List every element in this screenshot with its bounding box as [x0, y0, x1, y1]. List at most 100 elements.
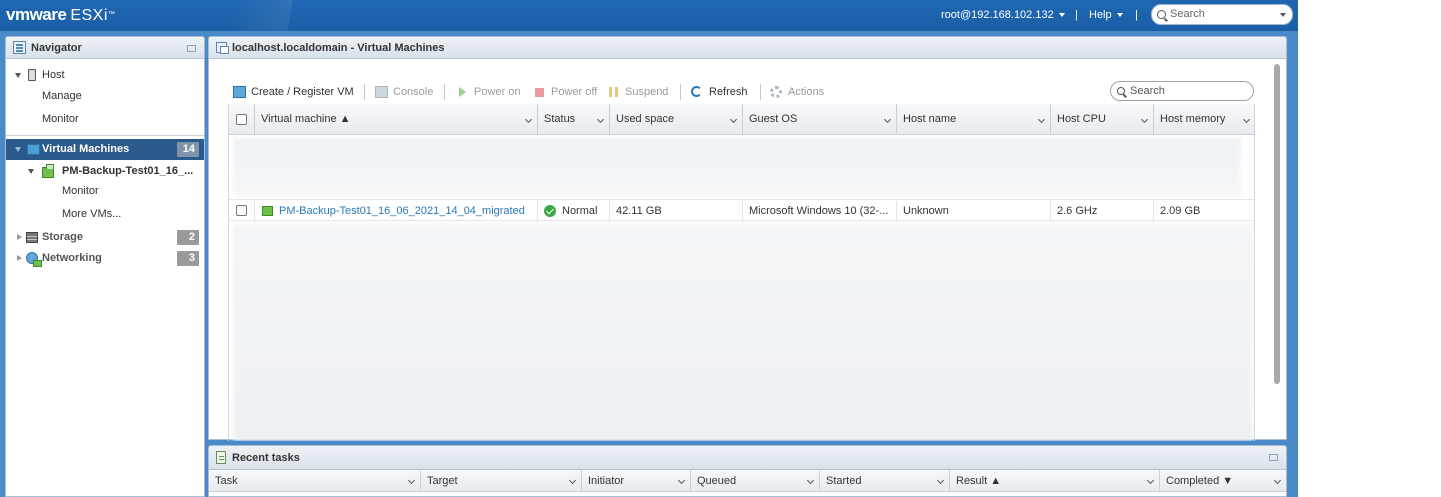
- nav-item-networking[interactable]: Networking 3: [6, 248, 204, 269]
- button-label: Console: [393, 86, 434, 98]
- chevron-down-icon[interactable]: [729, 115, 738, 124]
- collapse-arrow-icon[interactable]: [17, 234, 22, 240]
- nav-item-label: Monitor: [42, 113, 79, 125]
- actions-button[interactable]: Actions: [770, 83, 824, 101]
- vm-grid: Virtual machine ▲ Status Used space Gues…: [228, 104, 1255, 441]
- column-label: Result ▲: [956, 475, 1002, 487]
- chevron-down-icon[interactable]: [596, 115, 605, 124]
- button-label: Actions: [788, 86, 825, 98]
- chevron-down-icon[interactable]: [806, 476, 815, 485]
- nav-item-label: Host: [42, 69, 65, 81]
- col-host-cpu[interactable]: Host CPU: [1051, 104, 1154, 135]
- column-label: Target: [427, 475, 458, 487]
- chevron-down-icon[interactable]: [524, 115, 533, 124]
- power-on-button[interactable]: Power on: [456, 83, 520, 101]
- minimize-panel-icon[interactable]: [187, 45, 196, 52]
- chevron-down-icon[interactable]: [1146, 476, 1155, 485]
- table-row[interactable]: PM-Backup-Test01_16_06_2021_14_04_migrat…: [229, 199, 1254, 222]
- global-search-box[interactable]: [1151, 4, 1293, 25]
- vm-search-box[interactable]: [1110, 81, 1254, 101]
- col-initiator[interactable]: Initiator: [582, 470, 691, 492]
- nav-item-virtual-machines[interactable]: Virtual Machines 14: [6, 139, 204, 160]
- col-result[interactable]: Result ▲: [950, 470, 1160, 492]
- storage-count-badge: 2: [177, 230, 199, 245]
- chevron-down-icon: [1058, 13, 1065, 18]
- vertical-scrollbar[interactable]: [1274, 64, 1280, 384]
- nav-item-host-monitor[interactable]: Monitor: [6, 109, 204, 130]
- nav-item-host[interactable]: Host: [6, 65, 204, 86]
- nav-item-host-manage[interactable]: Manage: [6, 86, 204, 107]
- help-menu[interactable]: Help: [1089, 9, 1123, 21]
- col-completed[interactable]: Completed ▼: [1160, 470, 1286, 492]
- col-queued[interactable]: Queued: [691, 470, 820, 492]
- refresh-button[interactable]: Refresh: [691, 83, 748, 101]
- host-name-text: Unknown: [903, 205, 949, 217]
- chevron-down-icon[interactable]: [407, 476, 416, 485]
- user-menu-label: root@192.168.102.132: [941, 9, 1054, 21]
- button-label: Refresh: [709, 86, 748, 98]
- button-label: Create / Register VM: [251, 86, 354, 98]
- col-status[interactable]: Status: [538, 104, 610, 135]
- col-started[interactable]: Started: [820, 470, 950, 492]
- expand-arrow-icon[interactable]: [15, 147, 21, 152]
- chevron-down-icon[interactable]: [1037, 115, 1046, 124]
- col-host-name[interactable]: Host name: [897, 104, 1051, 135]
- power-off-button[interactable]: Power off: [533, 83, 597, 101]
- network-count-badge: 3: [177, 251, 199, 266]
- storage-icon: [26, 232, 38, 243]
- collapse-arrow-icon[interactable]: [17, 255, 22, 261]
- chevron-down-icon[interactable]: [1140, 115, 1149, 124]
- nav-item-storage[interactable]: Storage 2: [6, 227, 204, 248]
- networking-icon: [26, 252, 42, 267]
- header-separator: |: [1075, 9, 1078, 21]
- vm-guest-os-cell: Microsoft Windows 10 (32-...: [743, 200, 897, 222]
- column-label: Task: [215, 475, 238, 487]
- chevron-down-icon[interactable]: [677, 476, 686, 485]
- select-all-checkbox[interactable]: [236, 114, 247, 125]
- logo-product-text: ESXi: [70, 7, 108, 24]
- col-used-space[interactable]: Used space: [610, 104, 743, 135]
- column-label: Guest OS: [749, 113, 798, 125]
- minimize-panel-icon[interactable]: [1269, 454, 1278, 461]
- column-label: Status: [544, 113, 576, 125]
- console-button[interactable]: Console: [375, 83, 433, 101]
- search-dropdown-icon[interactable]: [1280, 13, 1286, 17]
- vm-host-name-cell: Unknown: [897, 200, 1051, 222]
- nav-item-vm-pm-backup[interactable]: PM-Backup-Test01_16_...: [6, 161, 204, 182]
- pause-icon: [609, 87, 618, 97]
- col-target[interactable]: Target: [421, 470, 582, 492]
- column-label: Completed ▼: [1166, 475, 1234, 487]
- search-icon: [1157, 10, 1166, 19]
- chevron-down-icon[interactable]: [936, 476, 945, 485]
- col-task[interactable]: Task: [209, 470, 421, 492]
- global-search-input[interactable]: [1170, 8, 1280, 20]
- chevron-down-icon[interactable]: [1273, 476, 1282, 485]
- vm-search-input[interactable]: [1130, 85, 1245, 97]
- suspend-button[interactable]: Suspend: [607, 83, 668, 101]
- chevron-down-icon[interactable]: [568, 476, 577, 485]
- column-label: Started: [826, 475, 862, 487]
- chevron-down-icon[interactable]: [1242, 115, 1251, 124]
- row-checkbox[interactable]: [236, 205, 247, 216]
- nav-item-vm-monitor[interactable]: Monitor: [6, 181, 204, 202]
- col-host-memory[interactable]: Host memory: [1154, 104, 1254, 135]
- chevron-down-icon: [1116, 13, 1123, 18]
- top-header-bar: vmware ESXi™ root@192.168.102.132 | Help …: [0, 0, 1298, 31]
- nav-item-label: Manage: [42, 90, 82, 102]
- vm-powered-on-icon: [42, 164, 54, 178]
- vm-name-link[interactable]: PM-Backup-Test01_16_06_2021_14_04_migrat…: [279, 205, 525, 217]
- user-menu[interactable]: root@192.168.102.132: [941, 9, 1065, 21]
- chevron-down-icon[interactable]: [883, 115, 892, 124]
- expand-arrow-icon[interactable]: [28, 169, 34, 174]
- create-register-vm-button[interactable]: Create / Register VM: [233, 83, 354, 101]
- nav-item-more-vms[interactable]: More VMs...: [6, 204, 204, 225]
- col-virtual-machine[interactable]: Virtual machine ▲: [255, 104, 538, 135]
- host-icon: [28, 69, 36, 81]
- column-label: Host memory: [1160, 113, 1226, 125]
- tasks-grid-header: Task Target Initiator Queued Started Res…: [209, 470, 1286, 492]
- clipboard-icon: [216, 451, 226, 464]
- expand-arrow-icon[interactable]: [15, 73, 21, 78]
- column-label: Virtual machine ▲: [261, 113, 351, 125]
- vm-powered-on-icon: [262, 206, 273, 216]
- col-guest-os[interactable]: Guest OS: [743, 104, 897, 135]
